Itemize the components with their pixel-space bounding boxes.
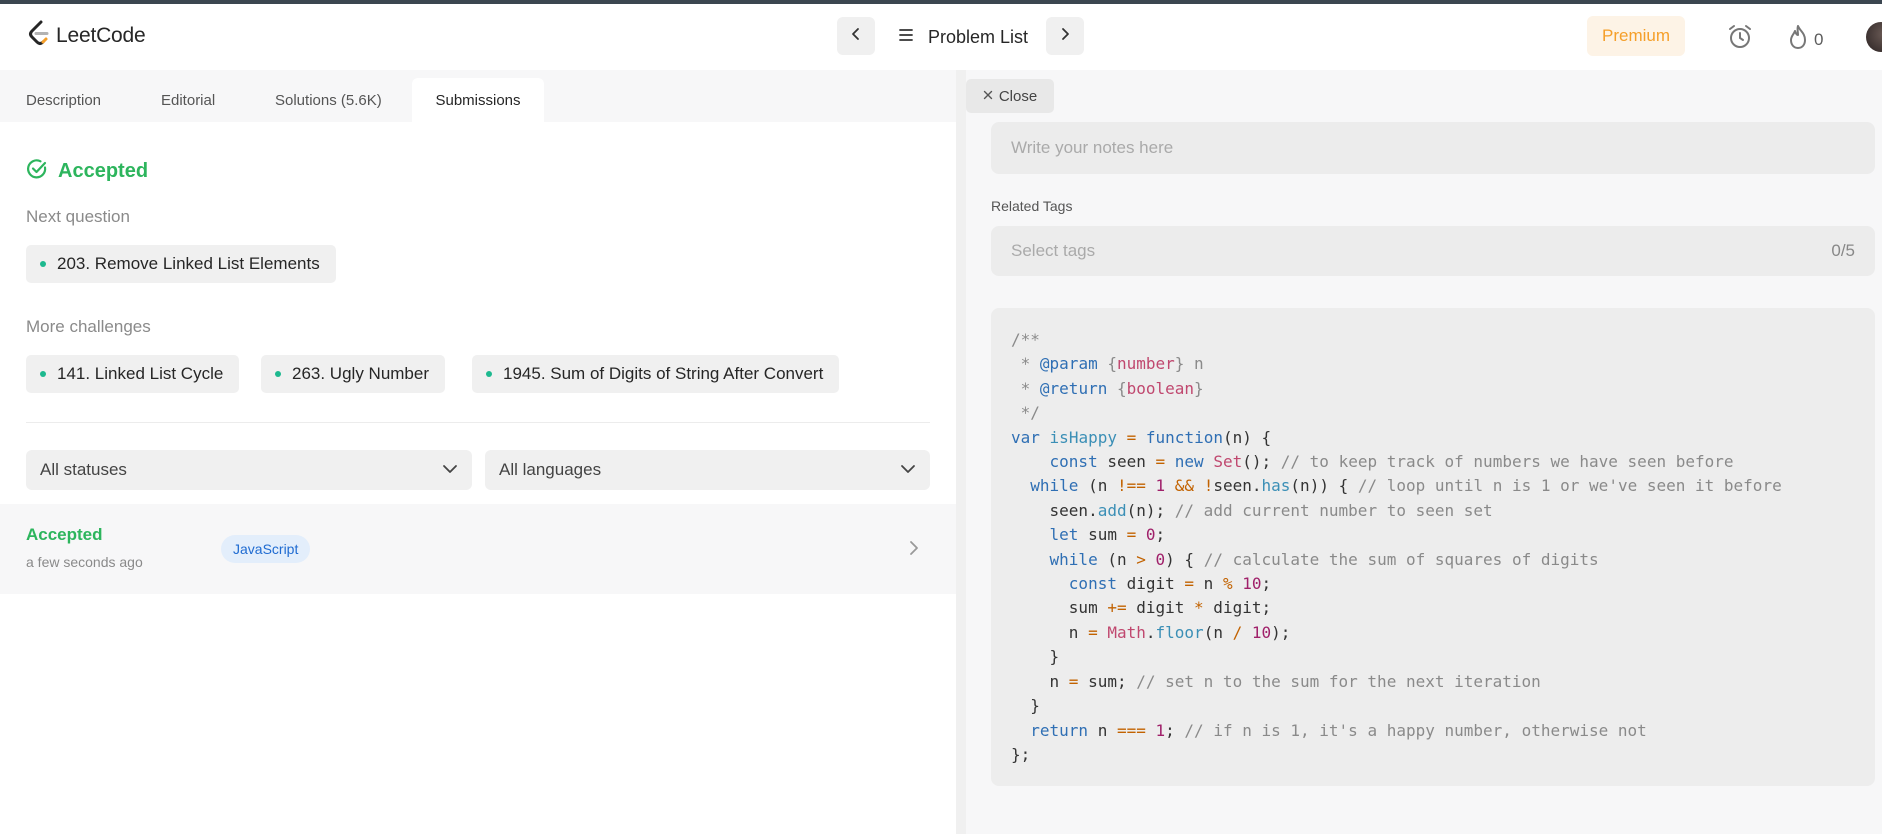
- logo-text: LeetCode: [56, 23, 146, 47]
- submission-status: Accepted: [26, 525, 103, 544]
- tags-count: 0/5: [1831, 241, 1855, 260]
- problem-list-button[interactable]: Problem List: [898, 27, 1028, 48]
- close-label: Close: [998, 87, 1038, 105]
- result-status-text: Accepted: [58, 160, 149, 182]
- difficulty-dot: [486, 371, 492, 377]
- panel-resize-handle[interactable]: [956, 70, 966, 834]
- prev-problem-button[interactable]: [837, 17, 875, 55]
- chevron-down-icon: [900, 461, 916, 479]
- tags-placeholder: Select tags: [1011, 241, 1096, 260]
- list-icon: [898, 28, 914, 47]
- close-button[interactable]: Close: [966, 79, 1054, 113]
- submission-time: a few seconds ago: [26, 554, 143, 570]
- tags-select[interactable]: Select tags 0/5: [991, 226, 1875, 276]
- more-challenges-label: More challenges: [26, 317, 151, 336]
- notes-panel: Close Write your notes here Related Tags…: [966, 70, 1882, 834]
- tab-editorial[interactable]: Editorial: [161, 78, 215, 122]
- difficulty-dot: [40, 371, 46, 377]
- flame-icon: [1788, 24, 1808, 55]
- chevron-right-icon: [1058, 27, 1072, 46]
- language-filter-select[interactable]: All languages: [485, 450, 930, 490]
- next-question-title: 203. Remove Linked List Elements: [57, 254, 320, 273]
- streak-count: 0: [1814, 29, 1824, 49]
- tab-solutions[interactable]: Solutions (5.6K): [275, 78, 382, 122]
- result-status: Accepted: [26, 158, 148, 185]
- chevron-right-icon: [908, 539, 920, 562]
- left-panel: Description Editorial Solutions (5.6K) S…: [0, 70, 956, 834]
- language-filter-value: All languages: [499, 460, 602, 479]
- challenge-title: 263. Ugly Number: [292, 364, 430, 383]
- streak-counter[interactable]: 0: [1788, 24, 1823, 55]
- next-problem-button[interactable]: [1046, 17, 1084, 55]
- code-block: /** * @param {number} n * @return {boole…: [991, 308, 1875, 786]
- next-question-chip[interactable]: 203. Remove Linked List Elements: [26, 245, 336, 283]
- language-badge: JavaScript: [221, 535, 311, 563]
- tab-description[interactable]: Description: [26, 78, 101, 122]
- alarm-clock-icon[interactable]: [1726, 24, 1754, 55]
- notes-input[interactable]: Write your notes here: [991, 122, 1875, 174]
- problem-list-label: Problem List: [928, 27, 1029, 47]
- challenge-chip[interactable]: 263. Ugly Number: [261, 355, 446, 393]
- next-question-label: Next question: [26, 207, 130, 226]
- tab-submissions[interactable]: Submissions: [412, 78, 544, 122]
- related-tags-label: Related Tags: [991, 198, 1073, 214]
- close-icon: [983, 87, 993, 105]
- leetcode-logo-icon: [28, 20, 50, 51]
- status-filter-value: All statuses: [40, 460, 127, 479]
- status-filter-select[interactable]: All statuses: [26, 450, 472, 490]
- challenge-title: 1945. Sum of Digits of String After Conv…: [503, 364, 824, 383]
- chevron-left-icon: [849, 27, 863, 46]
- challenge-chip[interactable]: 141. Linked List Cycle: [26, 355, 240, 393]
- avatar[interactable]: [1866, 22, 1882, 52]
- premium-button[interactable]: Premium: [1587, 16, 1685, 56]
- difficulty-dot: [275, 371, 281, 377]
- challenge-chip[interactable]: 1945. Sum of Digits of String After Conv…: [472, 355, 840, 393]
- top-navbar: LeetCode Problem List Premium 0: [0, 4, 1882, 70]
- check-circle-icon: [26, 158, 48, 185]
- chevron-down-icon: [442, 461, 458, 479]
- tab-bar: Description Editorial Solutions (5.6K) S…: [0, 70, 956, 122]
- submission-row[interactable]: Accepted a few seconds ago JavaScript: [0, 504, 956, 594]
- notes-placeholder: Write your notes here: [1011, 138, 1174, 157]
- code-text: /** * @param {number} n * @return {boole…: [1011, 330, 1782, 764]
- difficulty-dot: [40, 261, 46, 267]
- logo[interactable]: LeetCode: [28, 20, 146, 51]
- challenge-title: 141. Linked List Cycle: [57, 364, 224, 383]
- divider: [26, 422, 930, 423]
